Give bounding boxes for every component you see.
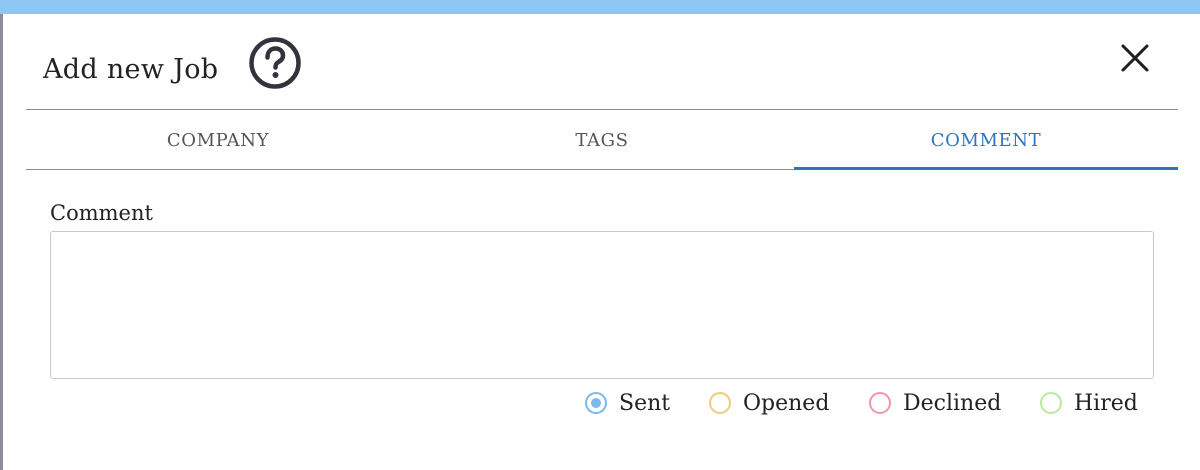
tab-comment[interactable]: COMMENT: [794, 110, 1178, 170]
radio-selected-dot: [591, 398, 601, 408]
active-tab-indicator: [794, 167, 1178, 170]
dialog-header: Add new Job: [3, 14, 1200, 110]
dialog-title: Add new Job: [43, 54, 219, 85]
status-radio-sent[interactable]: Sent: [585, 388, 670, 418]
comment-textarea[interactable]: [50, 231, 1154, 379]
tab-tags[interactable]: TAGS: [410, 110, 794, 170]
help-circle-icon[interactable]: [248, 36, 302, 90]
tab-bar: COMPANY TAGS COMMENT: [26, 110, 1178, 170]
radio-circle-icon: [709, 392, 731, 414]
status-label-opened: Opened: [743, 390, 830, 416]
radio-circle-icon: [1040, 392, 1062, 414]
tab-company[interactable]: COMPANY: [26, 110, 410, 170]
status-radio-opened[interactable]: Opened: [709, 388, 829, 418]
radio-circle-icon: [585, 392, 607, 414]
radio-circle-icon: [869, 392, 891, 414]
add-job-dialog: Add new Job COMPANY TAGS COMMENT Comment…: [3, 14, 1200, 470]
status-radio-declined[interactable]: Declined: [869, 388, 1001, 418]
status-label-hired: Hired: [1074, 390, 1138, 416]
status-label-declined: Declined: [903, 390, 1002, 416]
status-radio-group: Sent Opened Declined Hired: [3, 388, 1200, 418]
status-radio-hired[interactable]: Hired: [1040, 388, 1138, 418]
status-label-sent: Sent: [619, 390, 671, 416]
comment-label: Comment: [50, 201, 153, 225]
window-top-strip: [0, 0, 1200, 14]
close-icon[interactable]: [1117, 40, 1153, 76]
